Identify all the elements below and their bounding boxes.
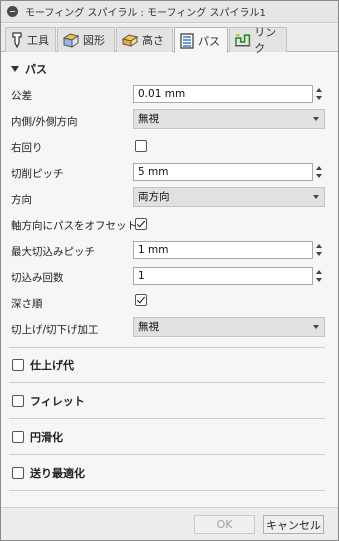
tab-geometry[interactable]: 図形 <box>57 27 115 52</box>
section-feed-optimization[interactable]: 送り最適化 <box>12 465 85 481</box>
feed-optimization-label: 送り最適化 <box>30 467 85 480</box>
section-passes-title: パス <box>25 63 47 76</box>
fillets-checkbox[interactable] <box>12 395 24 407</box>
num-stepdowns-spinner[interactable] <box>315 267 324 285</box>
tab-passes[interactable]: パス <box>174 27 228 53</box>
divider <box>9 418 325 419</box>
title-bar[interactable]: モーフィング スパイラル : モーフィング スパイラル1 <box>1 1 338 23</box>
expand-triangle-icon <box>11 66 19 72</box>
offset-axial-label: 軸方向にパスをオフセット <box>11 220 137 232</box>
ramp-mode-select[interactable]: 無視 <box>133 317 325 337</box>
section-fillets[interactable]: フィレット <box>12 393 85 409</box>
depth-order-checkbox[interactable] <box>135 294 147 306</box>
divider <box>9 347 325 348</box>
spin-down-icon[interactable] <box>316 174 322 178</box>
tab-passes-label: パス <box>198 34 220 48</box>
tolerance-label: 公差 <box>11 90 32 102</box>
linking-icon <box>234 34 251 47</box>
dialog-footer: OK キャンセル <box>1 507 338 540</box>
ramp-mode-label: 切上げ/切下げ加工 <box>11 324 99 336</box>
spin-up-icon[interactable] <box>316 88 322 92</box>
tab-geometry-label: 図形 <box>83 34 105 47</box>
direction-mode-select[interactable]: 無視 <box>133 109 325 129</box>
collapse-dialog-icon[interactable] <box>7 6 18 17</box>
stepover-label: 切削ピッチ <box>11 168 64 180</box>
ok-button[interactable]: OK <box>194 515 255 534</box>
depth-order-label: 深さ順 <box>11 298 43 310</box>
tolerance-input[interactable]: 0.01 mm <box>133 85 313 103</box>
divider <box>9 490 325 491</box>
dialog-window: モーフィング スパイラル : モーフィング スパイラル1 工具 図形 高さ パス… <box>0 0 339 541</box>
num-stepdowns-input[interactable]: 1 <box>133 267 313 285</box>
dropdown-arrow-icon <box>313 325 319 329</box>
tolerance-spinner[interactable] <box>315 85 324 103</box>
spin-up-icon[interactable] <box>316 244 322 248</box>
smoothing-label: 円滑化 <box>30 431 63 444</box>
heights-icon <box>121 34 139 47</box>
stock-to-leave-checkbox[interactable] <box>12 359 24 371</box>
divider <box>9 454 325 455</box>
tab-heights-label: 高さ <box>142 34 164 47</box>
max-stepdown-input[interactable]: 1 mm <box>133 241 313 259</box>
spin-up-icon[interactable] <box>316 166 322 170</box>
clockwise-label: 右回り <box>11 142 43 154</box>
direction-mode-value: 無視 <box>138 113 159 125</box>
stepover-input[interactable]: 5 mm <box>133 163 313 181</box>
tab-bar: 工具 図形 高さ パス リンク <box>1 24 338 55</box>
direction-select[interactable]: 両方向 <box>133 187 325 207</box>
stock-to-leave-label: 仕上げ代 <box>30 359 74 372</box>
divider <box>9 382 325 383</box>
dropdown-arrow-icon <box>313 117 319 121</box>
smoothing-checkbox[interactable] <box>12 431 24 443</box>
max-stepdown-label: 最大切込みピッチ <box>11 246 95 258</box>
tab-linking[interactable]: リンク <box>229 26 287 55</box>
tool-icon <box>12 32 22 48</box>
tab-linking-label: リンク <box>254 26 277 55</box>
spin-down-icon[interactable] <box>316 96 322 100</box>
clockwise-checkbox[interactable] <box>135 140 147 152</box>
feed-optimization-checkbox[interactable] <box>12 467 24 479</box>
stepover-spinner[interactable] <box>315 163 324 181</box>
tab-heights[interactable]: 高さ <box>116 27 173 52</box>
geometry-icon <box>62 33 80 48</box>
direction-value: 両方向 <box>138 191 170 203</box>
passes-icon <box>180 32 194 49</box>
cancel-button[interactable]: キャンセル <box>263 515 324 534</box>
max-stepdown-spinner[interactable] <box>315 241 324 259</box>
tab-tool[interactable]: 工具 <box>5 27 56 52</box>
section-passes-header[interactable]: パス <box>11 61 47 77</box>
spin-up-icon[interactable] <box>316 270 322 274</box>
spin-down-icon[interactable] <box>316 252 322 256</box>
spin-down-icon[interactable] <box>316 278 322 282</box>
direction-mode-label: 内側/外側方向 <box>11 116 78 128</box>
section-smoothing[interactable]: 円滑化 <box>12 429 63 445</box>
ramp-mode-value: 無視 <box>138 321 159 333</box>
fillets-label: フィレット <box>30 395 85 408</box>
section-stock-to-leave[interactable]: 仕上げ代 <box>12 357 74 373</box>
direction-label: 方向 <box>11 194 32 206</box>
dialog-title: モーフィング スパイラル : モーフィング スパイラル1 <box>25 8 266 19</box>
num-stepdowns-label: 切込み回数 <box>11 272 64 284</box>
tab-tool-label: 工具 <box>27 34 49 47</box>
offset-axial-checkbox[interactable] <box>135 218 147 230</box>
dropdown-arrow-icon <box>313 195 319 199</box>
